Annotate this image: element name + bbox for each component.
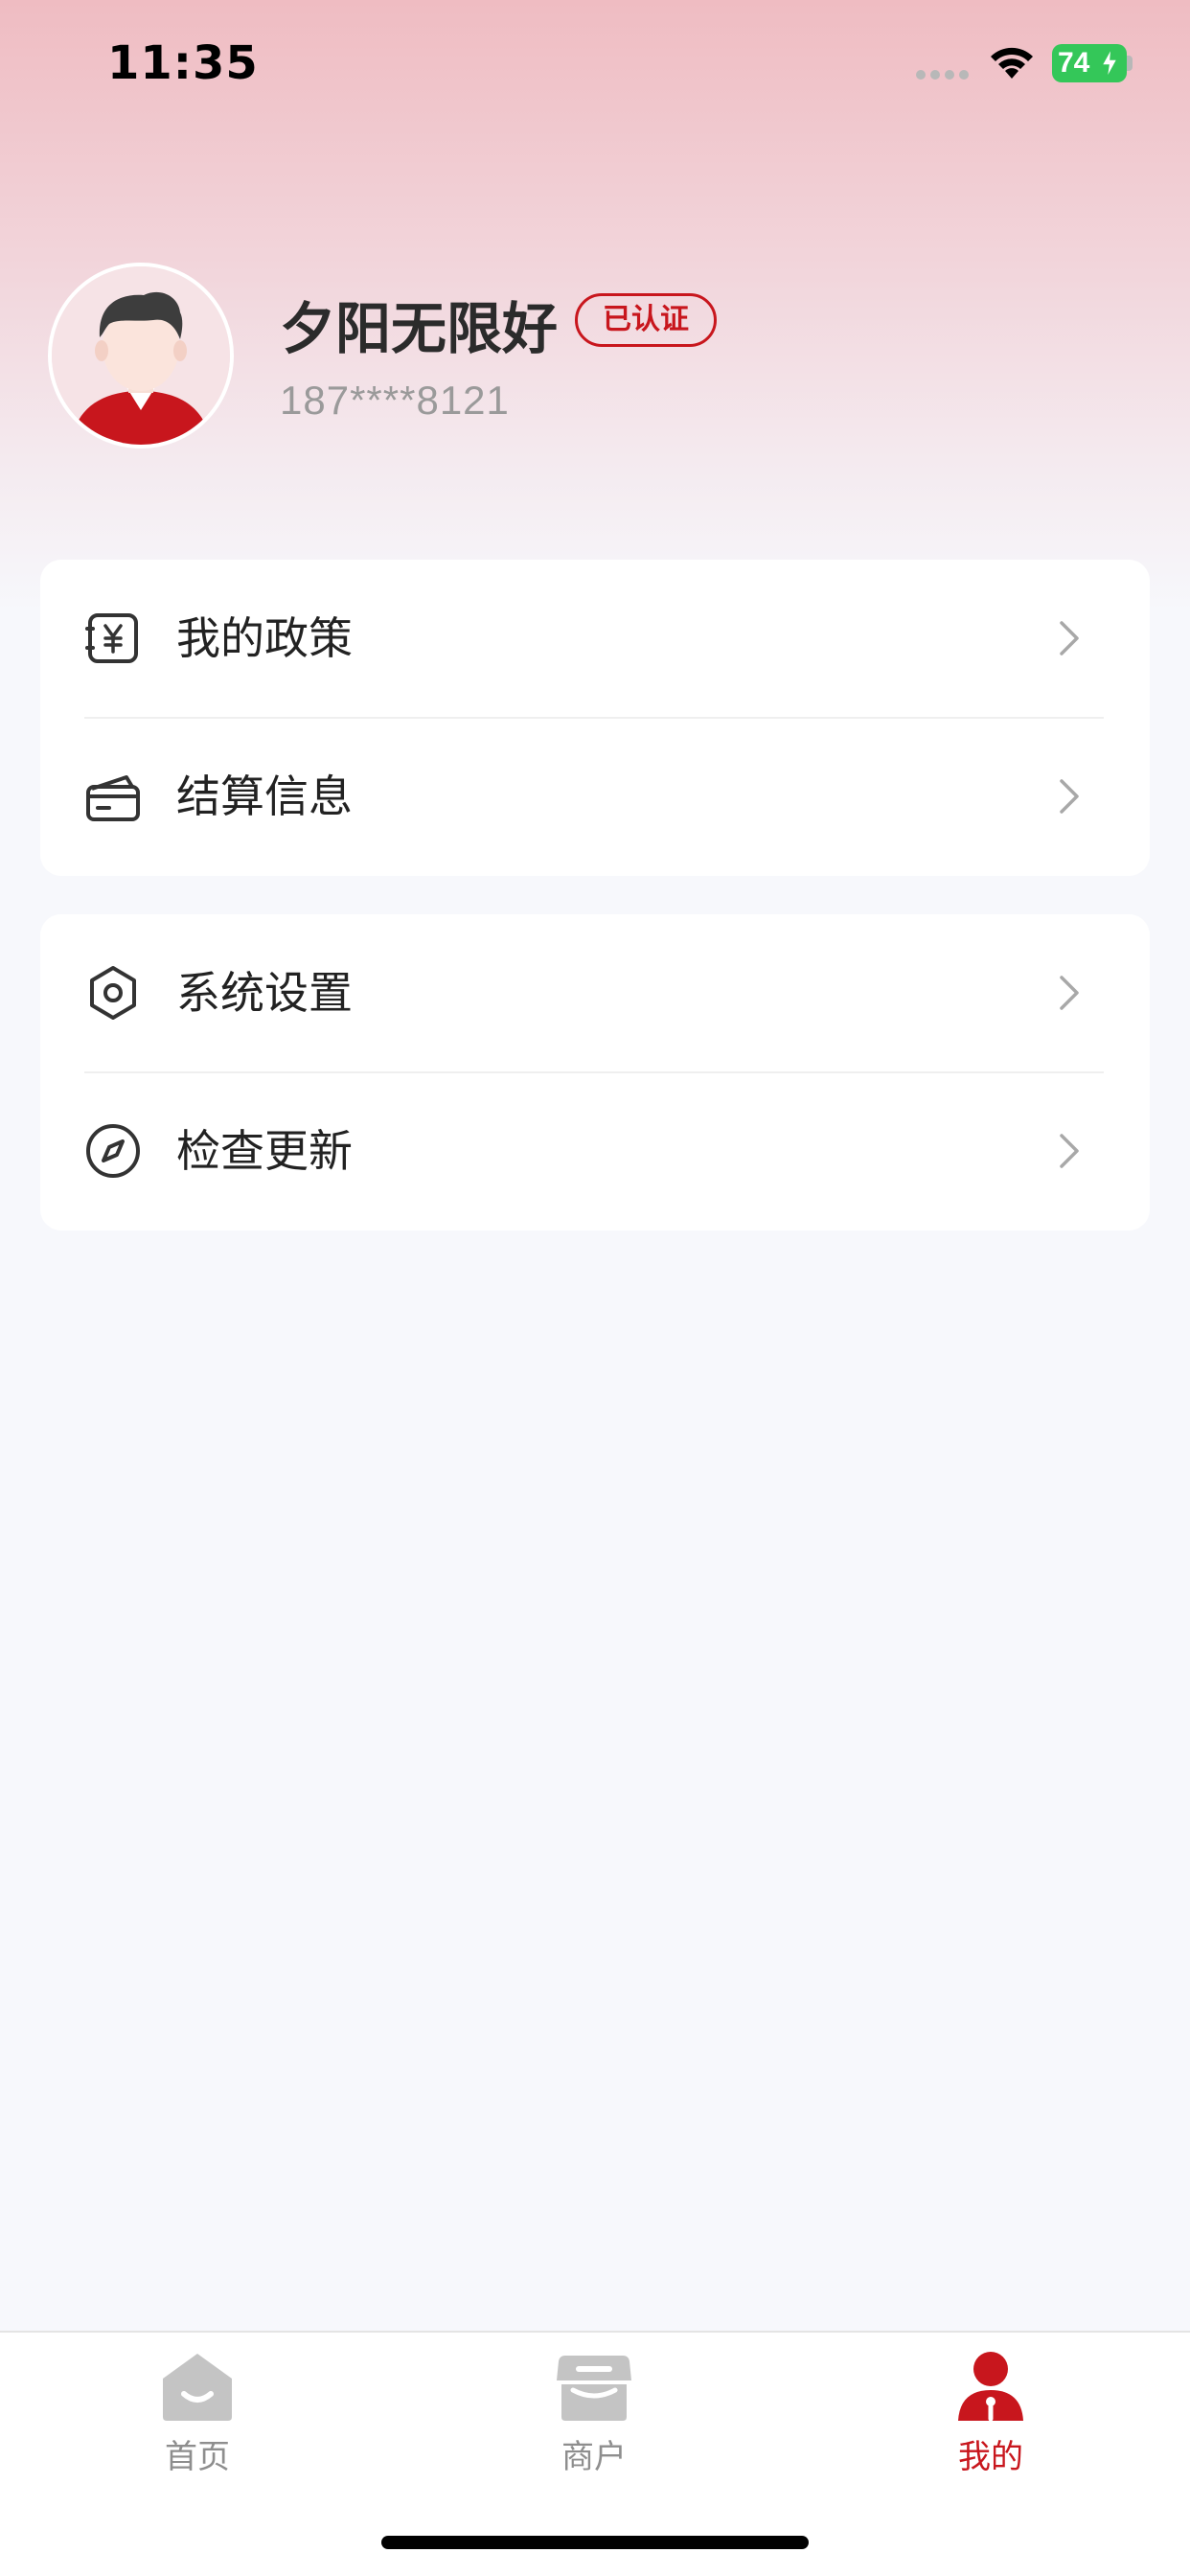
menu-item-my-policy[interactable]: 我的政策 xyxy=(40,560,1150,719)
avatar-illustration-icon xyxy=(52,266,230,445)
settings-hexagon-icon xyxy=(90,966,136,1020)
status-bar: 11:35 74 xyxy=(0,0,1190,134)
menu-item-system-settings[interactable]: 系统设置 xyxy=(40,914,1150,1073)
cellular-signal-icon xyxy=(916,70,969,80)
status-time: 11:35 xyxy=(107,36,259,90)
user-icon xyxy=(958,2352,1023,2422)
chevron-right-icon xyxy=(1060,976,1079,1010)
verified-badge: 已认证 xyxy=(575,293,717,347)
avatar[interactable] xyxy=(48,263,234,448)
battery-level: 74 xyxy=(1058,47,1090,79)
card-icon xyxy=(86,775,140,821)
compass-icon xyxy=(86,1124,140,1178)
tab-merchant[interactable]: 商户 xyxy=(498,2350,690,2494)
home-indicator xyxy=(381,2536,809,2549)
tab-home[interactable]: 首页 xyxy=(102,2350,293,2494)
menu-card-account: 我的政策 结算信息 xyxy=(40,560,1150,876)
menu-item-label: 我的政策 xyxy=(176,612,353,664)
charging-bolt-icon xyxy=(1100,47,1119,80)
menu-card-system: 系统设置 检查更新 xyxy=(40,914,1150,1230)
home-icon xyxy=(163,2354,232,2421)
chevron-right-icon xyxy=(1060,1134,1079,1168)
store-icon xyxy=(557,2356,631,2421)
yuan-document-icon xyxy=(85,613,138,663)
tab-mine[interactable]: 我的 xyxy=(895,2350,1087,2494)
chevron-right-icon xyxy=(1060,621,1079,656)
tab-label: 商户 xyxy=(561,2438,627,2476)
user-name: 夕阳无限好 xyxy=(280,296,559,361)
user-phone: 187****8121 xyxy=(280,378,510,423)
menu-item-check-update[interactable]: 检查更新 xyxy=(40,1072,1150,1230)
tab-label: 首页 xyxy=(165,2438,230,2476)
battery-cap xyxy=(1127,56,1133,71)
tab-label: 我的 xyxy=(958,2438,1023,2476)
menu-item-label: 系统设置 xyxy=(176,967,353,1019)
wifi-icon xyxy=(991,47,1033,79)
menu-item-label: 结算信息 xyxy=(176,770,353,822)
menu-item-label: 检查更新 xyxy=(176,1125,353,1177)
menu-item-settlement-info[interactable]: 结算信息 xyxy=(40,718,1150,876)
chevron-right-icon xyxy=(1060,779,1079,814)
